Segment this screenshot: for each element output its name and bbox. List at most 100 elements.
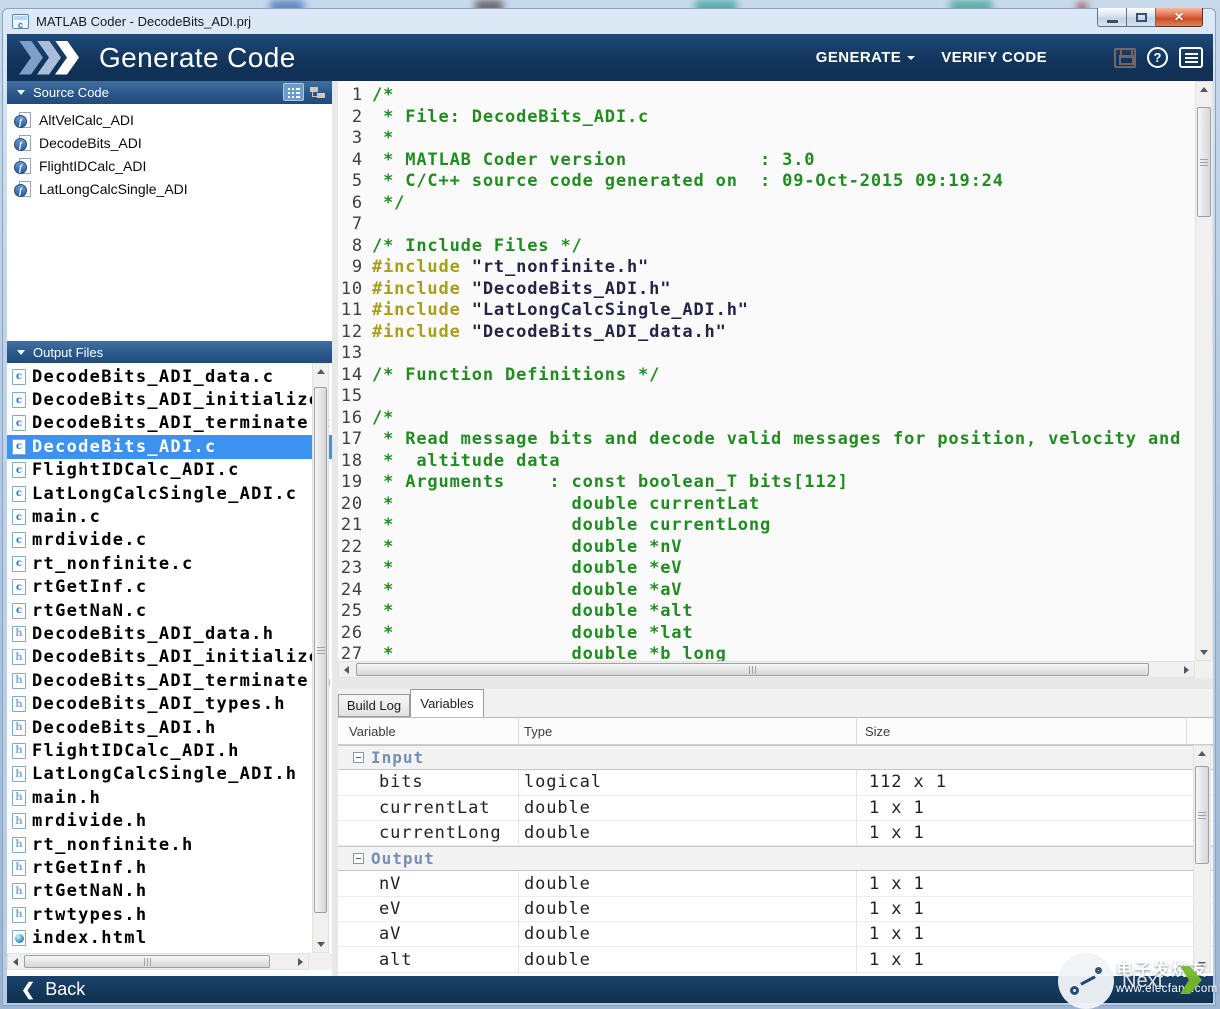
output-file-item[interactable]: hrt_nonfinite.h (7, 833, 332, 856)
help-icon[interactable]: ? (1147, 47, 1168, 68)
line-number: 23 (338, 558, 372, 580)
output-file-item[interactable]: hDecodeBits_ADI_initialize.h (7, 646, 332, 669)
column-header-size[interactable]: Size (857, 718, 1187, 744)
output-file-item[interactable]: cLatLongCalcSingle_ADI.c (7, 482, 332, 505)
scroll-right-button[interactable] (293, 954, 308, 969)
source-file-item[interactable]: fFlightIDCalc_ADI (7, 154, 332, 177)
collapse-icon[interactable] (353, 853, 364, 864)
scroll-right-button[interactable] (1179, 662, 1194, 677)
variable-row[interactable]: bitslogical112 x 1 (338, 770, 1213, 795)
output-file-item[interactable]: cmrdivide.c (7, 529, 332, 552)
output-file-item[interactable]: hDecodeBits_ADI_data.h (7, 622, 332, 645)
code-horizontal-scrollbar[interactable] (338, 661, 1195, 678)
output-file-item[interactable]: cDecodeBits_ADI_data.c (7, 365, 332, 388)
generate-button[interactable]: GENERATE (816, 49, 915, 66)
variables-scrollbar[interactable] (1193, 745, 1211, 973)
output-file-item[interactable]: hmrdivide.h (7, 809, 332, 832)
variable-group-row[interactable]: Input (338, 745, 1213, 770)
output-file-label: rtGetInf.h (32, 858, 147, 878)
sidebar-horizontal-scrollbar[interactable] (7, 953, 309, 970)
output-file-item[interactable]: cDecodeBits_ADI_terminate.c (7, 412, 332, 435)
variable-name-cell: nV (338, 871, 519, 895)
variable-row[interactable]: currentLongdouble1 x 1 (338, 821, 1213, 846)
h-file-icon: h (12, 790, 26, 806)
scroll-up-button[interactable] (1196, 82, 1212, 97)
code-vertical-scrollbar[interactable] (1195, 81, 1213, 661)
verify-code-button[interactable]: VERIFY CODE (941, 49, 1047, 66)
header-bar: Generate Code GENERATE VERIFY CODE ? (7, 34, 1213, 81)
output-file-item[interactable]: hDecodeBits_ADI_types.h (7, 692, 332, 715)
variable-size-cell: 112 x 1 (857, 770, 1187, 794)
line-number: 21 (338, 515, 372, 537)
output-files-panel-header[interactable]: Output Files (7, 341, 332, 364)
line-number: 4 (338, 150, 372, 172)
scrollbar-thumb[interactable] (1195, 766, 1209, 864)
output-file-item[interactable]: cFlightIDCalc_ADI.c (7, 459, 332, 482)
output-file-item[interactable]: index.html (7, 926, 332, 949)
back-button[interactable]: Back (45, 979, 85, 1000)
source-file-item[interactable]: fLatLongCalcSingle_ADI (7, 177, 332, 200)
tab-variables[interactable]: Variables (410, 689, 484, 717)
scrollbar-thumb[interactable] (1197, 107, 1211, 217)
line-number: 11 (338, 300, 372, 322)
output-file-item[interactable]: hDecodeBits_ADI_terminate.h (7, 669, 332, 692)
scroll-up-button[interactable] (313, 364, 328, 379)
output-file-item-selected[interactable]: cDecodeBits_ADI.c (7, 435, 332, 458)
scrollbar-thumb[interactable] (24, 955, 270, 968)
output-file-item[interactable]: hrtGetNaN.h (7, 880, 332, 903)
output-file-item[interactable]: hDecodeBits_ADI.h (7, 716, 332, 739)
matlab-coder-app-icon: c (12, 14, 29, 29)
output-file-item[interactable]: hrtGetInf.h (7, 856, 332, 879)
tree-view-icon[interactable] (307, 83, 328, 101)
column-header-variable[interactable]: Variable (338, 718, 519, 744)
source-file-item[interactable]: fAltVelCalc_ADI (7, 108, 332, 131)
generate-label: GENERATE (816, 49, 901, 66)
output-file-item[interactable]: cDecodeBits_ADI_initialize.c (7, 388, 332, 411)
output-file-item[interactable]: hrtwtypes.h (7, 903, 332, 926)
scrollbar-thumb[interactable] (356, 663, 1149, 676)
collapse-icon[interactable] (353, 752, 364, 763)
scroll-left-button[interactable] (8, 954, 23, 969)
output-file-item[interactable]: crtGetNaN.c (7, 599, 332, 622)
scroll-left-button[interactable] (339, 662, 354, 677)
c-file-icon: c (12, 415, 26, 431)
output-file-item[interactable]: hmain.h (7, 786, 332, 809)
close-button[interactable]: ✕ (1156, 8, 1203, 27)
list-view-icon[interactable] (283, 83, 304, 101)
h-file-icon: h (12, 813, 26, 829)
tab-build-log[interactable]: Build Log (338, 694, 410, 717)
output-file-item[interactable]: cmain.c (7, 505, 332, 528)
menu-icon[interactable] (1179, 47, 1203, 68)
scroll-down-button[interactable] (1196, 645, 1212, 660)
variable-row[interactable]: nVdouble1 x 1 (338, 871, 1213, 896)
output-file-label: DecodeBits_ADI_initialize.h (32, 647, 332, 667)
output-list-scrollbar[interactable] (312, 363, 329, 953)
output-file-label: FlightIDCalc_ADI.h (32, 741, 240, 761)
code-viewer[interactable]: 1/*2 * File: DecodeBits_ADI.c3 *4 * MATL… (338, 81, 1195, 661)
scrollbar-thumb[interactable] (314, 387, 327, 913)
source-code-panel-header[interactable]: Source Code (7, 81, 332, 104)
source-file-item[interactable]: fDecodeBits_ADI (7, 131, 332, 154)
variable-row[interactable]: aVdouble1 x 1 (338, 922, 1213, 947)
code-line: 9#include "rt_nonfinite.h" (338, 257, 1195, 279)
matlab-function-icon: f (14, 135, 32, 151)
output-file-item[interactable]: hFlightIDCalc_ADI.h (7, 739, 332, 762)
line-number: 12 (338, 322, 372, 344)
scroll-up-button[interactable] (1194, 746, 1210, 761)
save-icon[interactable] (1114, 48, 1136, 68)
variable-size-cell: 1 x 1 (857, 821, 1187, 845)
titlebar[interactable]: c MATLAB Coder - DecodeBits_ADI.prj ✕ (3, 9, 1215, 34)
horizontal-splitter[interactable] (338, 678, 1213, 689)
column-header-type[interactable]: Type (519, 718, 857, 744)
code-line: 5 * C/C++ source code generated on : 09-… (338, 171, 1195, 193)
output-file-item[interactable]: hLatLongCalcSingle_ADI.h (7, 763, 332, 786)
output-file-item[interactable]: crtGetInf.c (7, 576, 332, 599)
variable-row[interactable]: currentLatdouble1 x 1 (338, 796, 1213, 821)
source-code-panel-title: Source Code (33, 85, 109, 100)
scroll-down-button[interactable] (313, 937, 328, 952)
output-file-item[interactable]: crt_nonfinite.c (7, 552, 332, 575)
maximize-button[interactable] (1127, 8, 1156, 27)
variable-row[interactable]: eVdouble1 x 1 (338, 897, 1213, 922)
variable-group-row[interactable]: Output (338, 846, 1213, 871)
minimize-button[interactable] (1097, 8, 1127, 27)
